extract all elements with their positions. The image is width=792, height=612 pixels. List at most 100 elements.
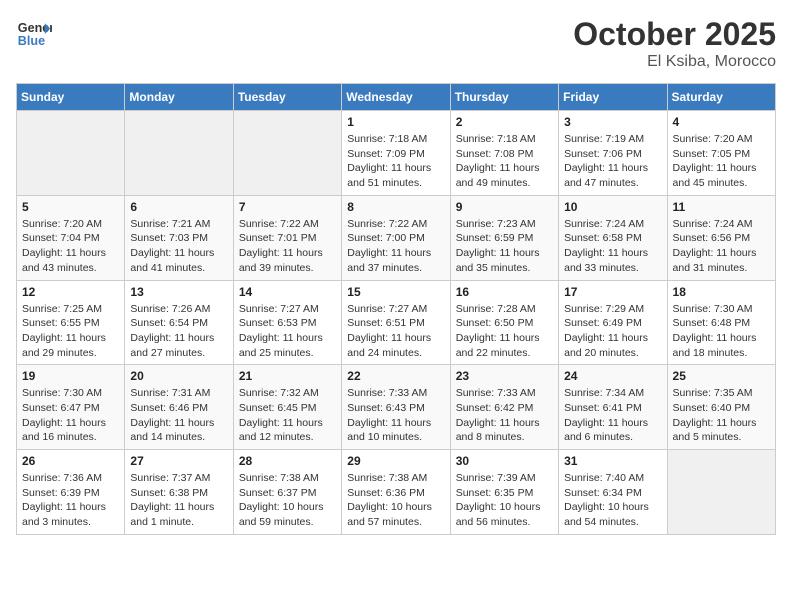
- page-header: General Blue October 2025 El Ksiba, Moro…: [16, 16, 776, 71]
- calendar-cell: 2 Sunrise: 7:18 AMSunset: 7:08 PMDaylight…: [450, 111, 558, 196]
- calendar-cell: 17 Sunrise: 7:29 AMSunset: 6:49 PMDayligh…: [559, 280, 667, 365]
- calendar-cell: 18Sunrise: 7:30 AMSunset: 6:48 PMDayligh…: [667, 280, 775, 365]
- day-number: 15: [347, 285, 444, 299]
- day-info: Sunrise: 7:29 AMSunset: 6:49 PMDaylight:…: [564, 302, 661, 361]
- day-number: 10: [564, 200, 661, 214]
- weekday-header-row: SundayMondayTuesdayWednesdayThursdayFrid…: [17, 84, 776, 111]
- day-number: 14: [239, 285, 336, 299]
- day-number: 8: [347, 200, 444, 214]
- day-info: Sunrise: 7:27 AMSunset: 6:51 PMDaylight:…: [347, 302, 444, 361]
- calendar-cell: 13 Sunrise: 7:26 AMSunset: 6:54 PMDayligh…: [125, 280, 233, 365]
- logo-icon: General Blue: [16, 16, 52, 52]
- day-info: Sunrise: 7:18 AMSunset: 7:08 PMDaylight:…: [456, 132, 553, 191]
- weekday-header-cell: Wednesday: [342, 84, 450, 111]
- day-number: 17: [564, 285, 661, 299]
- day-info: Sunrise: 7:28 AMSunset: 6:50 PMDaylight:…: [456, 302, 553, 361]
- day-number: 23: [456, 369, 553, 383]
- day-info: Sunrise: 7:27 AMSunset: 6:53 PMDaylight:…: [239, 302, 336, 361]
- calendar-cell: 21Sunrise: 7:32 AMSunset: 6:45 PMDayligh…: [233, 365, 341, 450]
- day-info: Sunrise: 7:38 AMSunset: 6:36 PMDaylight:…: [347, 471, 444, 530]
- calendar-cell: 8 Sunrise: 7:22 AMSunset: 7:00 PMDaylight…: [342, 195, 450, 280]
- calendar-cell: 29 Sunrise: 7:38 AMSunset: 6:36 PMDayligh…: [342, 450, 450, 535]
- calendar-cell: [17, 111, 125, 196]
- day-number: 3: [564, 115, 661, 129]
- calendar-cell: 7 Sunrise: 7:22 AMSunset: 7:01 PMDaylight…: [233, 195, 341, 280]
- day-number: 1: [347, 115, 444, 129]
- day-number: 28: [239, 454, 336, 468]
- calendar-cell: 6 Sunrise: 7:21 AMSunset: 7:03 PMDaylight…: [125, 195, 233, 280]
- day-info: Sunrise: 7:31 AMSunset: 6:46 PMDaylight:…: [130, 386, 227, 445]
- day-number: 7: [239, 200, 336, 214]
- weekday-header-cell: Tuesday: [233, 84, 341, 111]
- day-number: 2: [456, 115, 553, 129]
- day-info: Sunrise: 7:37 AMSunset: 6:38 PMDaylight:…: [130, 471, 227, 530]
- day-info: Sunrise: 7:24 AMSunset: 6:56 PMDaylight:…: [673, 217, 770, 276]
- day-info: Sunrise: 7:26 AMSunset: 6:54 PMDaylight:…: [130, 302, 227, 361]
- calendar-cell: 23 Sunrise: 7:33 AMSunset: 6:42 PMDayligh…: [450, 365, 558, 450]
- day-number: 9: [456, 200, 553, 214]
- day-number: 25: [673, 369, 770, 383]
- day-info: Sunrise: 7:22 AMSunset: 7:00 PMDaylight:…: [347, 217, 444, 276]
- calendar-cell: [233, 111, 341, 196]
- day-info: Sunrise: 7:33 AMSunset: 6:42 PMDaylight:…: [456, 386, 553, 445]
- calendar-cell: 25 Sunrise: 7:35 AMSunset: 6:40 PMDayligh…: [667, 365, 775, 450]
- day-number: 13: [130, 285, 227, 299]
- day-info: Sunrise: 7:33 AMSunset: 6:43 PMDaylight:…: [347, 386, 444, 445]
- title-block: October 2025 El Ksiba, Morocco: [573, 16, 776, 71]
- day-info: Sunrise: 7:39 AMSunset: 6:35 PMDaylight:…: [456, 471, 553, 530]
- day-number: 22: [347, 369, 444, 383]
- svg-text:Blue: Blue: [18, 34, 45, 48]
- calendar-table: SundayMondayTuesdayWednesdayThursdayFrid…: [16, 83, 776, 535]
- calendar-cell: 10Sunrise: 7:24 AMSunset: 6:58 PMDayligh…: [559, 195, 667, 280]
- day-number: 31: [564, 454, 661, 468]
- calendar-cell: 14 Sunrise: 7:27 AMSunset: 6:53 PMDayligh…: [233, 280, 341, 365]
- day-info: Sunrise: 7:30 AMSunset: 6:47 PMDaylight:…: [22, 386, 119, 445]
- calendar-cell: [125, 111, 233, 196]
- day-info: Sunrise: 7:18 AMSunset: 7:09 PMDaylight:…: [347, 132, 444, 191]
- day-number: 20: [130, 369, 227, 383]
- calendar-cell: 9 Sunrise: 7:23 AMSunset: 6:59 PMDaylight…: [450, 195, 558, 280]
- day-info: Sunrise: 7:21 AMSunset: 7:03 PMDaylight:…: [130, 217, 227, 276]
- calendar-week-row: 5Sunrise: 7:20 AMSunset: 7:04 PMDaylight…: [17, 195, 776, 280]
- day-info: Sunrise: 7:20 AMSunset: 7:05 PMDaylight:…: [673, 132, 770, 191]
- day-number: 19: [22, 369, 119, 383]
- day-number: 6: [130, 200, 227, 214]
- day-info: Sunrise: 7:23 AMSunset: 6:59 PMDaylight:…: [456, 217, 553, 276]
- calendar-cell: 22 Sunrise: 7:33 AMSunset: 6:43 PMDayligh…: [342, 365, 450, 450]
- calendar-cell: 26Sunrise: 7:36 AMSunset: 6:39 PMDayligh…: [17, 450, 125, 535]
- day-number: 12: [22, 285, 119, 299]
- logo: General Blue: [16, 16, 52, 52]
- day-info: Sunrise: 7:22 AMSunset: 7:01 PMDaylight:…: [239, 217, 336, 276]
- day-number: 24: [564, 369, 661, 383]
- day-info: Sunrise: 7:19 AMSunset: 7:06 PMDaylight:…: [564, 132, 661, 191]
- calendar-week-row: 26Sunrise: 7:36 AMSunset: 6:39 PMDayligh…: [17, 450, 776, 535]
- location-subtitle: El Ksiba, Morocco: [573, 53, 776, 71]
- calendar-cell: 19 Sunrise: 7:30 AMSunset: 6:47 PMDayligh…: [17, 365, 125, 450]
- weekday-header-cell: Friday: [559, 84, 667, 111]
- calendar-cell: 28 Sunrise: 7:38 AMSunset: 6:37 PMDayligh…: [233, 450, 341, 535]
- calendar-cell: 27Sunrise: 7:37 AMSunset: 6:38 PMDayligh…: [125, 450, 233, 535]
- calendar-cell: 30 Sunrise: 7:39 AMSunset: 6:35 PMDayligh…: [450, 450, 558, 535]
- calendar-week-row: 1 Sunrise: 7:18 AMSunset: 7:09 PMDaylight…: [17, 111, 776, 196]
- calendar-cell: 1 Sunrise: 7:18 AMSunset: 7:09 PMDaylight…: [342, 111, 450, 196]
- weekday-header-cell: Thursday: [450, 84, 558, 111]
- month-title: October 2025: [573, 16, 776, 53]
- calendar-body: 1 Sunrise: 7:18 AMSunset: 7:09 PMDaylight…: [17, 111, 776, 535]
- day-info: Sunrise: 7:34 AMSunset: 6:41 PMDaylight:…: [564, 386, 661, 445]
- calendar-cell: 31Sunrise: 7:40 AMSunset: 6:34 PMDayligh…: [559, 450, 667, 535]
- day-number: 29: [347, 454, 444, 468]
- calendar-cell: 24 Sunrise: 7:34 AMSunset: 6:41 PMDayligh…: [559, 365, 667, 450]
- calendar-week-row: 12 Sunrise: 7:25 AMSunset: 6:55 PMDayligh…: [17, 280, 776, 365]
- day-info: Sunrise: 7:20 AMSunset: 7:04 PMDaylight:…: [22, 217, 119, 276]
- calendar-cell: [667, 450, 775, 535]
- weekday-header-cell: Monday: [125, 84, 233, 111]
- day-info: Sunrise: 7:25 AMSunset: 6:55 PMDaylight:…: [22, 302, 119, 361]
- day-number: 30: [456, 454, 553, 468]
- calendar-cell: 4Sunrise: 7:20 AMSunset: 7:05 PMDaylight…: [667, 111, 775, 196]
- day-info: Sunrise: 7:38 AMSunset: 6:37 PMDaylight:…: [239, 471, 336, 530]
- calendar-cell: 20 Sunrise: 7:31 AMSunset: 6:46 PMDayligh…: [125, 365, 233, 450]
- calendar-cell: 12 Sunrise: 7:25 AMSunset: 6:55 PMDayligh…: [17, 280, 125, 365]
- day-info: Sunrise: 7:35 AMSunset: 6:40 PMDaylight:…: [673, 386, 770, 445]
- day-info: Sunrise: 7:30 AMSunset: 6:48 PMDaylight:…: [673, 302, 770, 361]
- calendar-cell: 15 Sunrise: 7:27 AMSunset: 6:51 PMDayligh…: [342, 280, 450, 365]
